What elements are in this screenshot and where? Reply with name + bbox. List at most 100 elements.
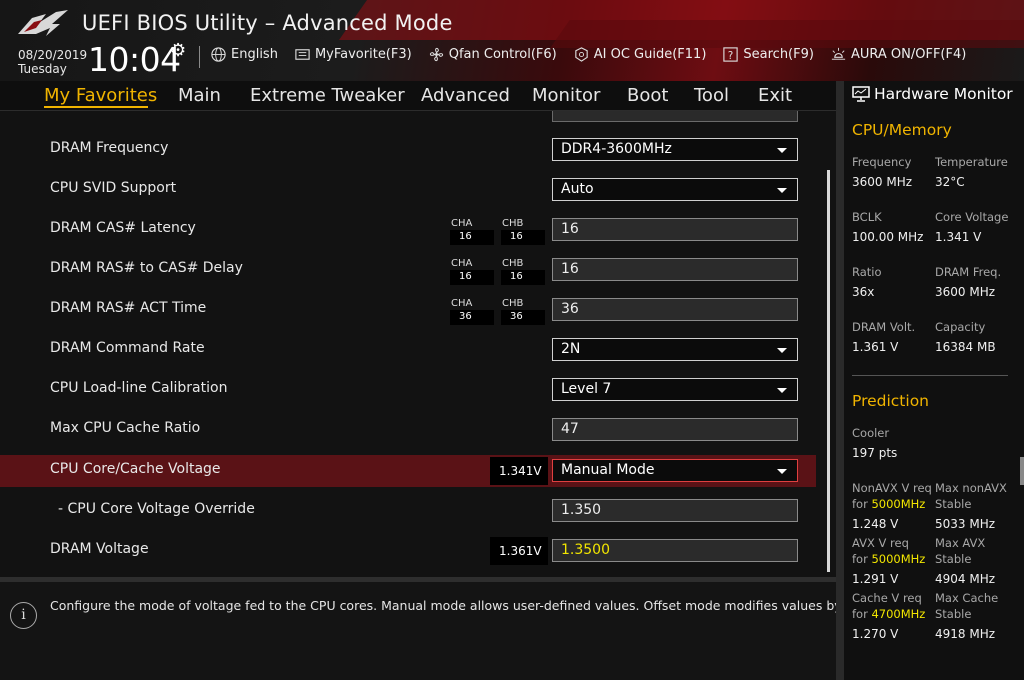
dram-ras-act-time-input[interactable]: 36	[552, 298, 798, 321]
gear-icon[interactable]: ⚙	[170, 40, 186, 61]
hw-value-bclk: 100.00 MHz	[852, 230, 924, 244]
dram-frequency-select[interactable]: DDR4-3600MHz	[552, 138, 798, 161]
target-frequency: 4700MHz	[871, 607, 926, 621]
favorite-list-icon	[295, 49, 310, 60]
channel-b-readout: CHB 16	[501, 218, 545, 245]
hw-label-nonavx-vreq: NonAVX V req	[852, 481, 932, 495]
channel-b-readout: CHB 16	[501, 258, 545, 285]
hw-label-cache-for: for 4700MHz	[852, 607, 925, 621]
language-label: English	[231, 47, 278, 62]
setting-row-cpu-core-cache-voltage[interactable]: CPU Core/Cache Voltage 1.341V Manual Mod…	[0, 455, 816, 487]
qfan-control-button[interactable]: Qfan Control(F6)	[428, 46, 557, 63]
globe-icon	[211, 47, 226, 62]
channel-b-value: 16	[501, 270, 545, 285]
cpu-core-cache-voltage-select[interactable]: Manual Mode	[552, 459, 798, 482]
select-value: DDR4-3600MHz	[561, 141, 672, 157]
hw-label-temperature: Temperature	[935, 155, 1008, 169]
hw-label-avx-for: for 5000MHz	[852, 552, 925, 566]
target-frequency: 5000MHz	[871, 497, 926, 511]
setting-row-cpu-svid-support[interactable]: CPU SVID Support Auto	[0, 174, 816, 206]
hw-value-temperature: 32°C	[935, 175, 965, 189]
hw-value-core-voltage: 1.341 V	[935, 230, 982, 244]
ai-oc-guide-label: AI OC Guide(F11)	[593, 47, 707, 62]
tab-my-favorites[interactable]: My Favorites	[44, 85, 157, 106]
hw-value-max-avx: 4904 MHz	[935, 572, 996, 586]
search-button[interactable]: ? Search(F9)	[722, 46, 814, 63]
tab-boot[interactable]: Boot	[627, 85, 668, 106]
cpu-load-line-calibration-select[interactable]: Level 7	[552, 378, 798, 401]
settings-scrollbar[interactable]	[827, 170, 830, 572]
hw-value-dram-volt: 1.361 V	[852, 340, 899, 354]
setting-row-dram-frequency[interactable]: DRAM Frequency DDR4-3600MHz	[0, 134, 816, 166]
dram-command-rate-select[interactable]: 2N	[552, 338, 798, 361]
channel-b-value: 16	[501, 230, 545, 245]
date-display[interactable]: 08/20/2019 Tuesday	[18, 48, 87, 76]
hw-label-stable: Stable	[935, 497, 972, 511]
setting-row-cpu-load-line-calibration[interactable]: CPU Load-line Calibration Level 7	[0, 374, 816, 406]
channel-a-label: CHA	[451, 298, 473, 309]
hw-label-max-nonavx: Max nonAVX	[935, 481, 1007, 495]
setting-row-dram-ras-to-cas-delay[interactable]: DRAM RAS# to CAS# Delay CHA 16 CHB 16 16	[0, 254, 816, 286]
hw-label-dram-freq: DRAM Freq.	[935, 265, 1002, 279]
hw-label-dram-volt: DRAM Volt.	[852, 320, 916, 334]
hw-value-capacity: 16384 MB	[935, 340, 996, 354]
setting-label: CPU Load-line Calibration	[50, 380, 228, 396]
fan-icon	[429, 47, 443, 62]
help-description: Configure the mode of voltage fed to the…	[50, 598, 880, 613]
myfavorite-button[interactable]: MyFavorite(F3)	[294, 46, 412, 63]
hw-value-avx-vreq: 1.291 V	[852, 572, 899, 586]
tab-monitor[interactable]: Monitor	[532, 85, 600, 106]
tab-exit[interactable]: Exit	[758, 85, 792, 106]
help-bar: i Configure the mode of voltage fed to t…	[0, 577, 879, 680]
tab-advanced[interactable]: Advanced	[421, 85, 510, 106]
tab-tool[interactable]: Tool	[694, 85, 729, 106]
hw-label-frequency: Frequency	[852, 155, 912, 169]
setting-label: - CPU Core Voltage Override	[58, 501, 255, 517]
prediction-heading: Prediction	[852, 392, 930, 410]
hw-label-cache-vreq: Cache V req	[852, 591, 922, 605]
search-label: Search(F9)	[743, 47, 814, 62]
channel-a-readout: CHA 36	[450, 298, 494, 325]
hw-value-max-cache: 4918 MHz	[935, 627, 996, 641]
aura-light-icon	[831, 47, 846, 60]
panel-divider	[836, 81, 844, 680]
dram-cas-latency-input[interactable]: 16	[552, 218, 798, 241]
ai-guide-icon	[575, 47, 588, 62]
setting-row-dram-command-rate[interactable]: DRAM Command Rate 2N	[0, 334, 816, 366]
cpu-svid-support-select[interactable]: Auto	[552, 178, 798, 201]
tab-extreme-tweaker[interactable]: Extreme Tweaker	[250, 85, 405, 106]
clock-display[interactable]: 10:04	[88, 40, 181, 79]
rog-logo-icon	[18, 10, 68, 36]
channel-a-value: 36	[450, 310, 494, 325]
hardware-monitor-title: Hardware Monitor	[852, 85, 1013, 103]
hw-value-frequency: 3600 MHz	[852, 175, 913, 189]
dram-ras-to-cas-delay-input[interactable]: 16	[552, 258, 798, 281]
setting-label: DRAM Voltage	[50, 541, 149, 557]
max-cpu-cache-ratio-input[interactable]: 47	[552, 418, 798, 441]
panel-edge-handle[interactable]	[1020, 457, 1024, 485]
setting-row-dram-ras-act-time[interactable]: DRAM RAS# ACT Time CHA 36 CHB 36 36	[0, 294, 816, 326]
dram-voltage-input[interactable]: 1.3500	[552, 539, 798, 562]
setting-row-dram-cas-latency[interactable]: DRAM CAS# Latency CHA 16 CHB 16 16	[0, 214, 816, 246]
setting-row-dram-voltage[interactable]: DRAM Voltage 1.361V 1.3500	[0, 535, 816, 567]
cpu-core-voltage-override-input[interactable]: 1.350	[552, 499, 798, 522]
toolbar-divider	[199, 46, 200, 68]
ai-oc-guide-button[interactable]: AI OC Guide(F11)	[573, 46, 707, 63]
channel-a-label: CHA	[451, 218, 473, 229]
hw-label-max-cache: Max Cache	[935, 591, 999, 605]
language-button[interactable]: English	[210, 46, 278, 63]
channel-a-value: 16	[450, 230, 494, 245]
setting-row-cpu-core-voltage-override[interactable]: - CPU Core Voltage Override 1.350	[0, 495, 816, 527]
hw-value-max-nonavx: 5033 MHz	[935, 517, 996, 531]
hw-value-cache-vreq: 1.270 V	[852, 627, 899, 641]
channel-a-readout: CHA 16	[450, 218, 494, 245]
hw-label-core-voltage: Core Voltage	[935, 210, 1009, 224]
hw-label-stable: Stable	[935, 552, 972, 566]
app-title: UEFI BIOS Utility – Advanced Mode	[82, 11, 453, 35]
setting-label: DRAM RAS# to CAS# Delay	[50, 260, 243, 276]
tab-main[interactable]: Main	[178, 85, 221, 106]
setting-row-max-cpu-cache-ratio[interactable]: Max CPU Cache Ratio 47	[0, 414, 816, 446]
aura-toggle-button[interactable]: AURA ON/OFF(F4)	[830, 46, 966, 63]
partial-setting-field[interactable]	[552, 111, 798, 122]
setting-label: Max CPU Cache Ratio	[50, 420, 201, 436]
